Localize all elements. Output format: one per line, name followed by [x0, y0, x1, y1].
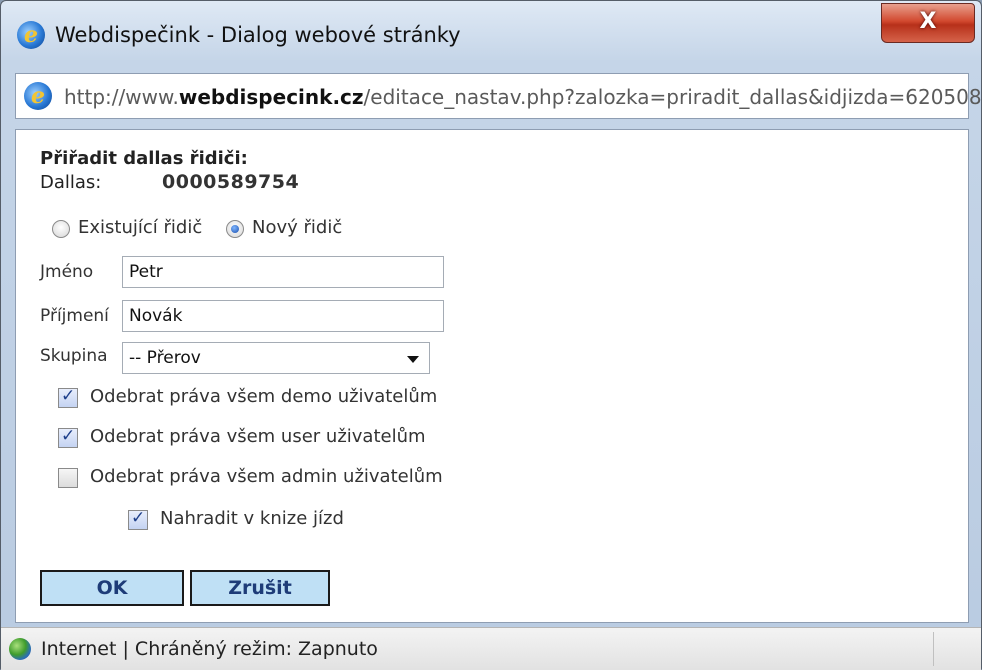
check-icon: ✓	[61, 426, 76, 446]
prijmeni-input[interactable]	[122, 300, 444, 332]
checkbox-admin[interactable]	[58, 468, 78, 488]
ok-button[interactable]: OK	[40, 570, 184, 606]
url-path: /editace_nastav.php?zalozka=priradit_dal…	[363, 85, 982, 109]
globe-icon	[9, 638, 31, 660]
checkbox-kniha[interactable]: ✓	[128, 508, 148, 530]
prijmeni-label: Příjmení	[40, 306, 109, 326]
dialog-window: e Webdispečink - Dialog webové stránky X…	[0, 0, 982, 670]
dialog-content: Přiřadit dallas řidiči: Dallas: 00005897…	[15, 129, 969, 623]
status-text: Internet | Chráněný režim: Zapnuto	[41, 638, 378, 660]
form-heading: Přiřadit dallas řidiči:	[40, 148, 248, 169]
chevron-down-icon	[407, 356, 419, 363]
window-title: Webdispečink - Dialog webové stránky	[55, 23, 461, 47]
title-bar[interactable]: e Webdispečink - Dialog webové stránky X	[1, 1, 981, 65]
ie-page-icon: e	[24, 82, 52, 110]
jmeno-input[interactable]	[122, 256, 444, 288]
checkbox-user-label: Odebrat práva všem user uživatelům	[90, 426, 426, 447]
checkbox-user[interactable]: ✓	[58, 426, 78, 448]
ie-icon: e	[17, 21, 45, 49]
radio-new-driver[interactable]	[226, 220, 244, 238]
url-domain: webdispecink.cz	[178, 85, 364, 109]
url-prefix: http://www.	[64, 85, 179, 109]
address-bar: e http://www.webdispecink.cz/editace_nas…	[15, 73, 982, 119]
checkbox-demo-label: Odebrat práva všem demo uživatelům	[90, 386, 438, 407]
skupina-label: Skupina	[40, 346, 108, 366]
jmeno-label: Jméno	[40, 262, 94, 282]
check-icon: ✓	[131, 508, 146, 528]
checkbox-admin-label: Odebrat práva všem admin uživatelům	[90, 466, 443, 487]
dallas-value: 0000589754	[162, 171, 300, 193]
skupina-select[interactable]: -- Přerov	[122, 342, 430, 374]
checkbox-kniha-label: Nahradit v knize jízd	[160, 508, 344, 529]
cancel-button[interactable]: Zrušit	[190, 570, 330, 606]
radio-new-label: Nový řidič	[252, 217, 343, 238]
checkbox-demo[interactable]: ✓	[58, 386, 78, 408]
skupina-selected: -- Přerov	[129, 348, 201, 368]
radio-existing-label: Existující řidič	[78, 217, 203, 238]
status-divider	[933, 632, 934, 666]
status-bar: Internet | Chráněný režim: Zapnuto	[1, 627, 981, 670]
address-url: http://www.webdispecink.cz/editace_nasta…	[64, 83, 982, 111]
check-icon: ✓	[61, 386, 76, 406]
close-button[interactable]: X	[881, 3, 975, 43]
dallas-label: Dallas:	[40, 172, 102, 193]
radio-existing-driver[interactable]	[52, 220, 70, 238]
